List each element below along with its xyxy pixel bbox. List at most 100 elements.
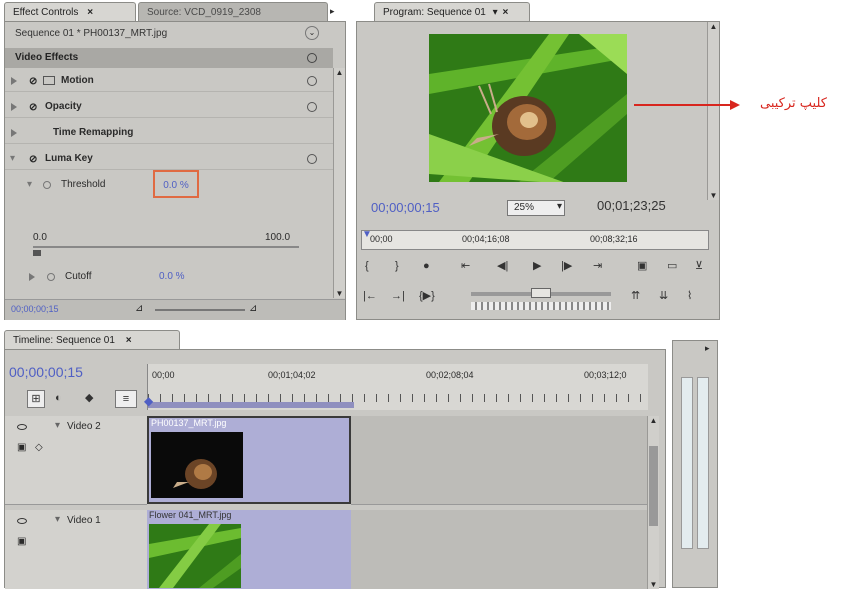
go-to-out-icon[interactable]: ⇥: [593, 258, 602, 274]
fx-icon[interactable]: ⊘: [29, 97, 37, 119]
mark-out-icon[interactable]: }: [395, 258, 399, 274]
panel-menu-icon[interactable]: ▸: [705, 343, 710, 354]
expand-icon[interactable]: [11, 103, 17, 111]
reset-icon[interactable]: [307, 154, 317, 164]
snap-icon[interactable]: ⊞: [27, 390, 45, 408]
stopwatch-icon[interactable]: [43, 181, 51, 189]
track-empty-video2[interactable]: [351, 416, 647, 505]
timeline-timecode[interactable]: 00;00;00;15: [9, 364, 83, 380]
threshold-value[interactable]: 0.0 %: [153, 170, 199, 198]
footer-timecode[interactable]: 00;00;00;15: [11, 304, 59, 314]
play-icon[interactable]: ▶: [533, 258, 541, 274]
track-empty-video1[interactable]: [351, 510, 647, 589]
scroll-down-icon[interactable]: ▼: [708, 191, 719, 200]
display-style-icon[interactable]: ▣: [17, 442, 26, 453]
timeline-ruler[interactable]: 00;00 00;01;04;02 00;02;08;04 00;03;12;0…: [144, 364, 648, 410]
tab-timeline[interactable]: Timeline: Sequence 01 ×: [4, 330, 180, 350]
scroll-thumb[interactable]: [649, 446, 658, 526]
collapse-icon[interactable]: ▾: [10, 148, 15, 170]
go-to-previous-edit-icon[interactable]: |←: [363, 288, 377, 304]
cutoff-value[interactable]: 0.0 %: [159, 266, 185, 288]
close-icon[interactable]: ×: [126, 335, 132, 346]
step-back-icon[interactable]: ◀|: [497, 258, 508, 274]
close-icon[interactable]: ×: [87, 7, 93, 18]
reset-icon[interactable]: [307, 53, 317, 63]
tab-source-label: Source: VCD_0919_2308: [147, 7, 261, 18]
eye-icon[interactable]: [17, 424, 27, 430]
safe-margins-icon[interactable]: ▣: [637, 258, 647, 274]
program-current-timecode[interactable]: 00;00;00;15: [371, 200, 440, 215]
collapse-icon[interactable]: ▾: [55, 420, 60, 431]
set-marker-icon[interactable]: ●: [423, 258, 430, 274]
clip-video2[interactable]: PH00137_MRT.jpg: [147, 416, 351, 504]
scroll-down-icon[interactable]: ▼: [648, 580, 659, 589]
zoom-in-icon[interactable]: ⊿: [249, 303, 257, 314]
effect-row-motion[interactable]: ⊘ Motion: [5, 70, 333, 92]
track-options-icon[interactable]: ≡: [115, 390, 137, 408]
work-area-bar[interactable]: [148, 402, 354, 408]
zoom-out-icon[interactable]: ⊿: [135, 303, 143, 314]
display-style-icon[interactable]: ▣: [17, 536, 26, 547]
track-header-video1[interactable]: ▾ Video 1 ▣: [5, 510, 147, 589]
export-frame-icon[interactable]: ⊻: [695, 258, 703, 274]
effect-row-luma-key[interactable]: ▾ ⊘ Luma Key: [5, 148, 333, 170]
program-time-ruler[interactable]: 00;00 00;04;16;08 00;08;32;16 ▼: [361, 229, 709, 250]
collapse-icon[interactable]: ▾: [55, 514, 60, 525]
go-to-in-icon[interactable]: ⇤: [461, 258, 470, 274]
panel-menu-icon[interactable]: ▸: [330, 6, 340, 16]
reset-icon[interactable]: [307, 102, 317, 112]
eye-icon[interactable]: [17, 518, 27, 524]
effect-controls-body: Sequence 01 * PH00137_MRT.jpg ⌄ Video Ef…: [4, 21, 346, 320]
close-icon[interactable]: ×: [502, 7, 508, 18]
track-header-video2[interactable]: ▾ Video 2 ▣ ◇: [5, 416, 147, 505]
arrow-line: [634, 104, 732, 106]
transport-row-2: |← →| {▶} ⇈ ⇊ ⌇: [361, 288, 711, 312]
play-in-to-out-icon[interactable]: {▶}: [419, 288, 435, 304]
dropdown-icon[interactable]: ▾: [493, 7, 498, 18]
threshold-slider[interactable]: 0.0 100.0: [33, 232, 303, 262]
expand-icon[interactable]: [29, 273, 35, 281]
slider-track[interactable]: [33, 246, 299, 248]
go-to-next-edit-icon[interactable]: →|: [391, 288, 405, 304]
effect-row-time-remapping[interactable]: Time Remapping: [5, 122, 333, 144]
tab-program[interactable]: Program: Sequence 01 ▾ ×: [374, 2, 530, 22]
trim-icon[interactable]: ⌇: [687, 288, 692, 304]
tab-source[interactable]: Source: VCD_0919_2308: [138, 2, 328, 22]
scroll-up-icon[interactable]: ▲: [648, 416, 659, 425]
fx-icon[interactable]: ⊘: [29, 71, 37, 93]
clip-video1[interactable]: Flower 041_MRT.jpg: [147, 510, 351, 589]
timeline-scrollbar[interactable]: ▲ ▼: [647, 416, 659, 589]
jog-wheel[interactable]: [471, 302, 611, 310]
stopwatch-icon[interactable]: [47, 273, 55, 281]
lift-icon[interactable]: ⇈: [631, 288, 640, 304]
chevron-down-icon[interactable]: ▾: [557, 201, 562, 212]
keyframe-icon[interactable]: ◐: [55, 390, 62, 406]
scroll-down-icon[interactable]: ▼: [334, 289, 345, 298]
zoom-slider[interactable]: [155, 309, 245, 311]
playhead-icon[interactable]: ◆: [144, 394, 153, 408]
scroll-up-icon[interactable]: ▲: [334, 68, 345, 77]
slider-thumb[interactable]: [33, 250, 41, 256]
effect-label-time-remapping: Time Remapping: [53, 127, 134, 138]
extract-icon[interactable]: ⇊: [659, 288, 668, 304]
expand-icon[interactable]: [11, 129, 17, 137]
effect-row-opacity[interactable]: ⊘ Opacity: [5, 96, 333, 118]
shuttle-thumb[interactable]: [531, 288, 551, 298]
effect-controls-scrollbar[interactable]: ▲ ▼: [333, 68, 345, 298]
playhead-icon[interactable]: ▼: [362, 229, 372, 240]
reset-icon[interactable]: [307, 76, 317, 86]
program-scrollbar[interactable]: ▲ ▼: [707, 22, 719, 200]
scroll-up-icon[interactable]: ▲: [708, 22, 719, 31]
header-collapse-icon[interactable]: ⌄: [305, 26, 319, 40]
zoom-select[interactable]: 25% ▾: [507, 200, 565, 216]
tab-effect-controls[interactable]: Effect Controls ×: [4, 2, 136, 22]
expand-icon[interactable]: [11, 77, 17, 85]
step-forward-icon[interactable]: |▶: [561, 258, 572, 274]
marker-icon[interactable]: ◆: [85, 390, 93, 406]
mark-in-icon[interactable]: {: [365, 258, 369, 274]
keyframe-toggle-icon[interactable]: ◇: [35, 442, 43, 453]
output-icon[interactable]: ▭: [667, 258, 677, 274]
timeline-body: 00;00;00;15 ⊞ ◐ ◆ ≡ 00;00 00;01;04;02 00…: [4, 349, 666, 589]
collapse-icon[interactable]: ▾: [27, 174, 32, 196]
fx-icon[interactable]: ⊘: [29, 149, 37, 171]
